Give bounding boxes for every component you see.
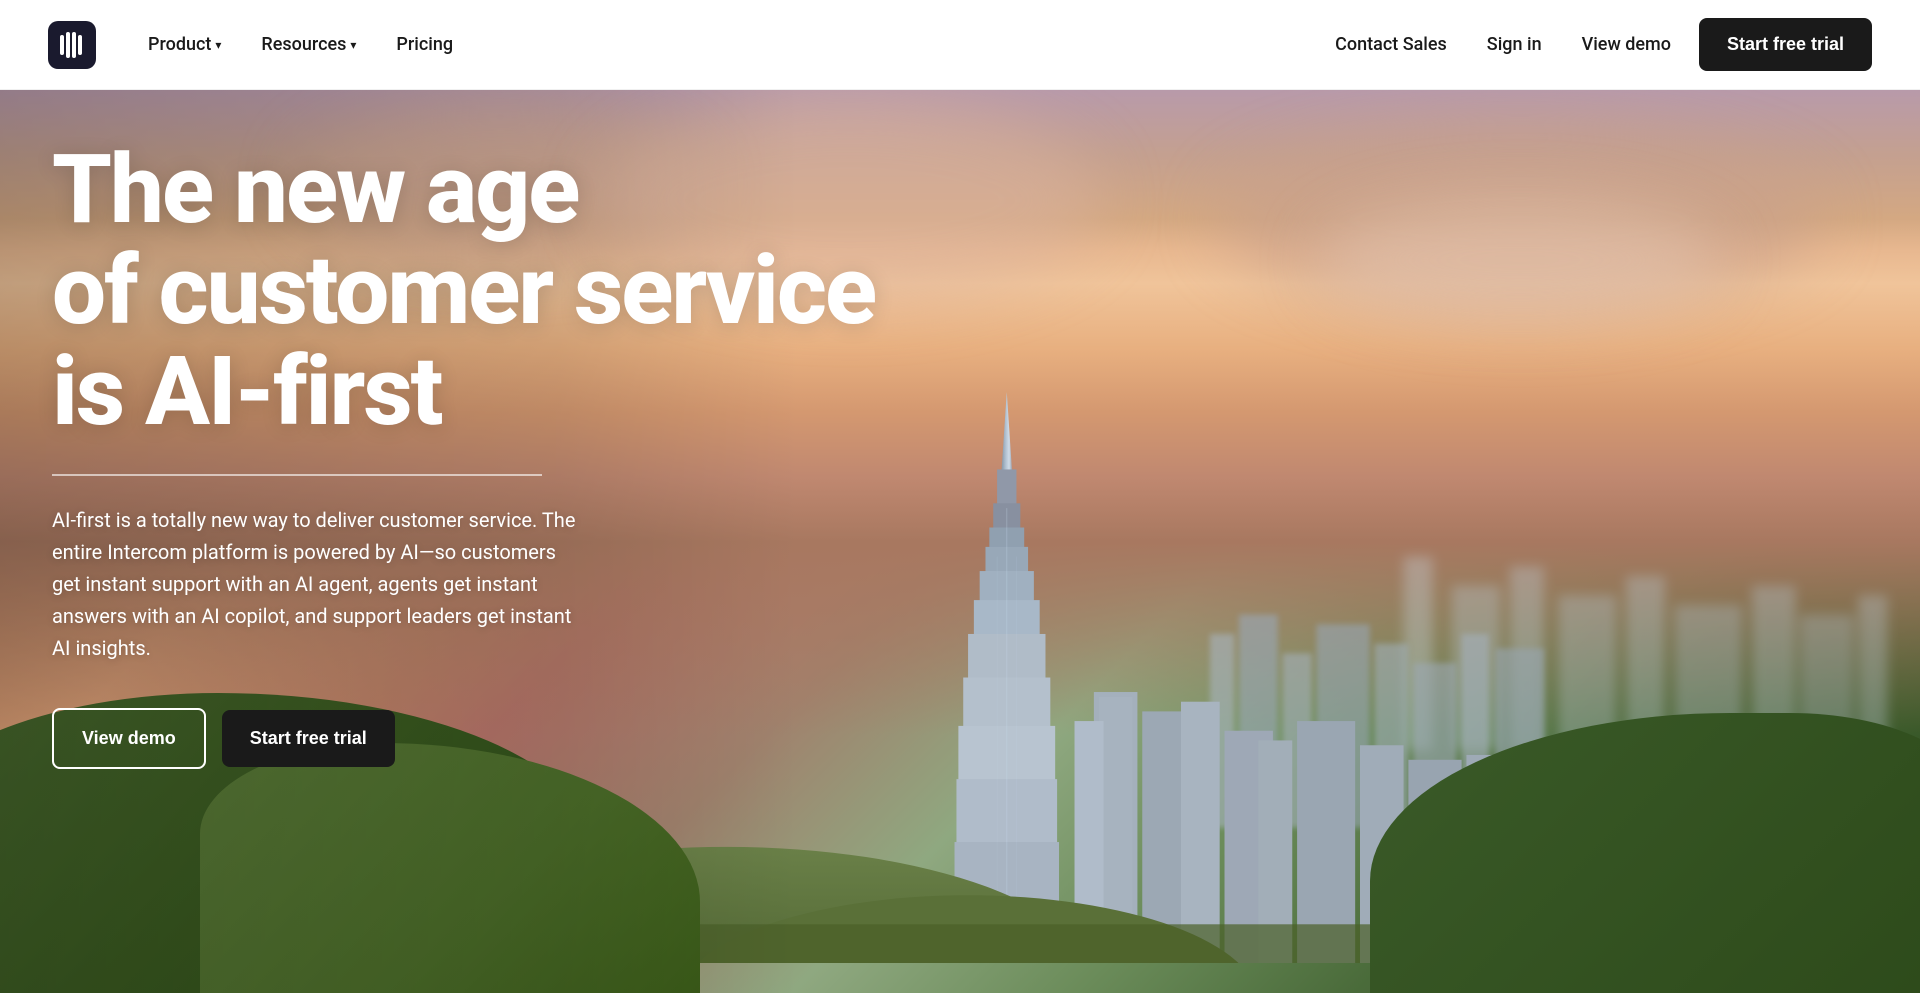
hero-headline: The new age of customer service is AI-fi… xyxy=(52,140,875,442)
product-chevron-icon: ▾ xyxy=(215,38,221,52)
nav-view-demo[interactable]: View demo xyxy=(1570,26,1683,63)
hero-buttons: View demo Start free trial xyxy=(52,708,875,769)
nav-start-trial-button[interactable]: Start free trial xyxy=(1699,18,1872,71)
nav-left: Product ▾ Resources ▾ Pricing xyxy=(48,21,469,69)
hero-section: The new age of customer service is AI-fi… xyxy=(0,0,1920,993)
nav-pricing[interactable]: Pricing xyxy=(380,26,469,63)
nav-right: Contact Sales Sign in View demo Start fr… xyxy=(1323,18,1872,71)
nav-resources[interactable]: Resources ▾ xyxy=(245,26,372,63)
nav-contact-sales[interactable]: Contact Sales xyxy=(1323,26,1459,63)
nav-sign-in[interactable]: Sign in xyxy=(1475,26,1554,63)
hero-divider xyxy=(52,474,542,476)
hero-start-trial-button[interactable]: Start free trial xyxy=(222,710,395,767)
hero-subtext: AI-first is a totally new way to deliver… xyxy=(52,504,582,664)
nav-product[interactable]: Product ▾ xyxy=(132,26,237,63)
resources-chevron-icon: ▾ xyxy=(350,38,356,52)
logo[interactable] xyxy=(48,21,96,69)
hero-content: The new age of customer service is AI-fi… xyxy=(52,140,875,769)
hero-view-demo-button[interactable]: View demo xyxy=(52,708,206,769)
navbar: Product ▾ Resources ▾ Pricing Contact Sa… xyxy=(0,0,1920,90)
nav-links: Product ▾ Resources ▾ Pricing xyxy=(132,26,469,63)
hill-right xyxy=(1370,713,1920,993)
cloud-4 xyxy=(1320,200,1720,320)
